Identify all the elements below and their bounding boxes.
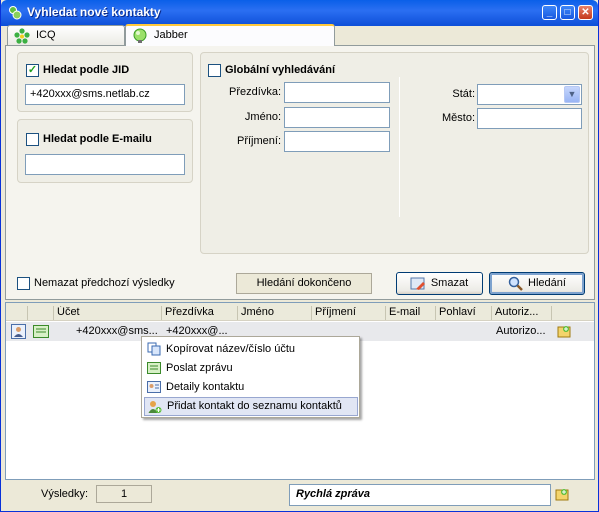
group-divider — [399, 77, 400, 217]
maximize-button[interactable]: □ — [560, 5, 575, 20]
menu-item-label: Kopírovat název/číslo účtu — [166, 343, 296, 355]
jid-input[interactable]: +420xxx@sms.netlab.cz — [25, 84, 185, 105]
city-label: Město: — [441, 112, 475, 124]
search-button[interactable]: Hledání — [489, 272, 585, 295]
contact-card-icon — [147, 381, 161, 393]
menu-item-add-to-contacts[interactable]: Přidat kontakt do seznamu kontaktů — [144, 397, 358, 416]
email-label: Hledat podle E-mailu — [43, 133, 152, 145]
email-input[interactable] — [25, 154, 185, 175]
quick-message-input[interactable]: Rychlá zpráva — [289, 484, 551, 506]
title-bar[interactable]: Vyhledat nové kontakty _ □ ✕ — [1, 0, 598, 26]
copy-icon — [147, 342, 161, 356]
jid-label: Hledat podle JID — [43, 64, 130, 76]
add-contact-icon — [148, 401, 162, 413]
contact-card-icon — [11, 324, 26, 339]
menu-item-label: Přidat kontakt do seznamu kontaktů — [167, 400, 342, 412]
country-select[interactable]: ▼ — [477, 84, 582, 105]
column-header-authorization[interactable]: Autoriz... — [492, 306, 552, 320]
global-search-checkbox[interactable] — [208, 64, 221, 77]
chevron-down-icon[interactable]: ▼ — [564, 86, 580, 103]
minimize-button[interactable]: _ — [542, 5, 557, 20]
eraser-icon — [410, 277, 425, 290]
firstname-label: Jméno: — [244, 111, 281, 123]
clear-button[interactable]: Smazat — [396, 272, 483, 295]
close-button[interactable]: ✕ — [578, 5, 593, 20]
column-header-icon2[interactable] — [28, 306, 54, 320]
nickname-input[interactable] — [284, 82, 390, 103]
tab-jabber[interactable]: Jabber — [125, 24, 335, 46]
city-input[interactable] — [477, 108, 582, 129]
search-contacts-window: Vyhledat nové kontakty _ □ ✕ ICQ Jabber … — [0, 0, 599, 512]
window-title: Vyhledat nové kontakty — [27, 5, 161, 19]
tab-jabber-label: Jabber — [154, 29, 188, 41]
menu-item-contact-details[interactable]: Detaily kontaktu — [144, 378, 358, 397]
column-header-email[interactable]: E-mail — [386, 306, 436, 320]
icq-flower-icon — [14, 28, 30, 44]
protocol-tabs: ICQ Jabber — [5, 24, 595, 46]
magnifier-icon — [508, 276, 523, 291]
column-header-account[interactable]: Účet — [54, 306, 162, 320]
column-header-firstname[interactable]: Jméno — [238, 306, 312, 320]
surname-input[interactable] — [284, 131, 390, 152]
menu-item-copy-account[interactable]: Kopírovat název/číslo účtu — [144, 340, 358, 359]
column-header-nickname[interactable]: Přezdívka — [162, 306, 238, 320]
footer-bar: Výsledky: 1 Rychlá zpráva — [5, 482, 595, 508]
tab-icq-label: ICQ — [36, 29, 56, 41]
menu-item-label: Detaily kontaktu — [166, 381, 245, 393]
message-icon — [147, 362, 161, 374]
tab-icq[interactable]: ICQ — [7, 25, 125, 45]
jabber-search-panel: ✓ Hledat podle JID +420xxx@sms.netlab.cz… — [5, 45, 595, 300]
column-header-gender[interactable]: Pohlaví — [436, 306, 492, 320]
jid-checkbox[interactable]: ✓ — [26, 64, 39, 77]
column-header-icon1[interactable] — [6, 306, 28, 320]
firstname-input[interactable] — [284, 107, 390, 128]
search-status: Hledání dokončeno — [236, 273, 372, 294]
nickname-label: Přezdívka: — [229, 86, 281, 98]
jid-group: ✓ Hledat podle JID +420xxx@sms.netlab.cz — [17, 52, 193, 112]
contacts-search-icon — [9, 6, 22, 20]
column-header-surname[interactable]: Příjmení — [312, 306, 386, 320]
context-menu: Kopírovat název/číslo účtu Poslat zprávu… — [141, 336, 360, 418]
jabber-bulb-icon — [133, 28, 147, 43]
keep-results-label: Nemazat předchozí výsledky — [34, 277, 175, 289]
email-group: Hledat podle E-mailu — [17, 119, 193, 183]
menu-item-label: Poslat zprávu — [166, 362, 233, 374]
global-search-label: Globální vyhledávání — [225, 64, 336, 76]
keep-results-checkbox[interactable] — [17, 277, 30, 290]
email-checkbox[interactable] — [26, 133, 39, 146]
results-header: Účet Přezdívka Jméno Příjmení E-mail Poh… — [6, 303, 594, 321]
row-authorization: Autorizo... — [496, 325, 546, 337]
results-count: 1 — [96, 485, 152, 503]
global-search-group: Globální vyhledávání Přezdívka: Jméno: P… — [200, 52, 589, 254]
add-contact-icon[interactable] — [557, 323, 573, 339]
menu-item-send-message[interactable]: Poslat zprávu — [144, 359, 358, 378]
message-icon — [33, 325, 49, 338]
surname-label: Příjmení: — [236, 135, 281, 147]
send-quick-message-icon[interactable] — [555, 486, 571, 502]
country-label: Stát: — [452, 88, 475, 100]
results-count-label: Výsledky: — [41, 488, 89, 500]
